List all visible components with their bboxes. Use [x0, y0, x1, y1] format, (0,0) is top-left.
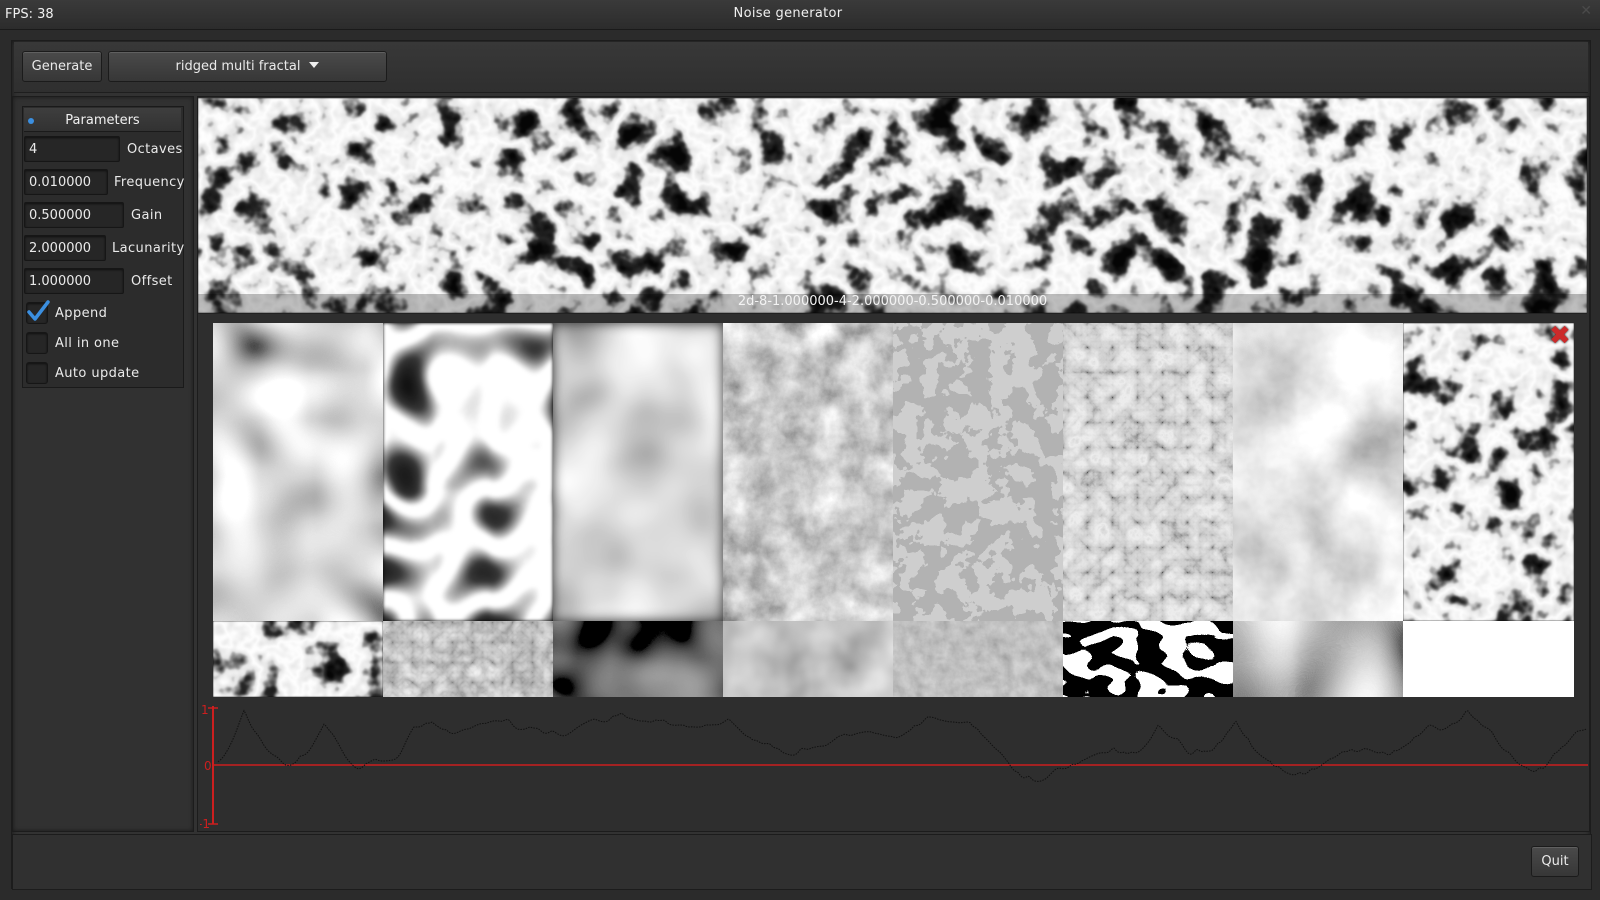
- algorithm-selected-label: ridged multi fractal: [175, 59, 301, 74]
- tile-patchy-cellular: [893, 323, 1063, 621]
- lacunarity-input[interactable]: 2.000000: [24, 235, 106, 261]
- noise-waveform-plot: 1 0 -1: [200, 703, 1588, 830]
- append-checkbox[interactable]: [26, 300, 50, 324]
- tile-swirl-rings: [1233, 621, 1403, 697]
- quit-button[interactable]: Quit: [1531, 846, 1579, 877]
- noise-waveform-line: [217, 709, 1587, 782]
- tile-ridged-white-lines: [383, 323, 553, 621]
- append-label: Append: [55, 306, 108, 321]
- all-in-one-checkbox[interactable]: [26, 332, 48, 354]
- preview-caption: 2d-8-1.000000-4-2.000000-0.500000-0.0100…: [198, 294, 1587, 314]
- lacunarity-label: Lacunarity: [112, 241, 185, 256]
- auto-update-checkbox[interactable]: [26, 362, 48, 384]
- tile-dark-smooth: [553, 621, 723, 697]
- tile-cloudy-smooth: [1233, 323, 1403, 621]
- tile-simplex-blobs: [213, 323, 383, 621]
- tile-grainy: [893, 621, 1063, 697]
- parameters-title: Parameters: [65, 113, 140, 128]
- frequency-input[interactable]: 0.010000: [24, 169, 108, 195]
- plot-tick-zero: 0: [204, 759, 212, 773]
- tile-ridged-multifractal: [1403, 323, 1574, 621]
- checkmark-icon: [27, 300, 50, 321]
- noise-preview-image: [198, 98, 1587, 313]
- gain-label: Gain: [131, 208, 163, 223]
- window-title: Noise generator: [733, 6, 843, 21]
- offset-label: Offset: [131, 274, 173, 289]
- frequency-label: Frequency: [114, 175, 185, 190]
- footer-bar: [12, 834, 1592, 890]
- chevron-down-icon: [309, 62, 320, 68]
- tile-foggy: [723, 621, 893, 697]
- tile-turbulent-marble: [1063, 323, 1233, 621]
- tile-cloudy-fbm: [723, 323, 893, 621]
- generate-button[interactable]: Generate: [22, 51, 102, 82]
- close-icon[interactable]: ✖: [1549, 323, 1571, 349]
- octaves-label: Octaves: [127, 142, 183, 157]
- tile-rocky-texture: [383, 621, 553, 697]
- auto-update-label: Auto update: [55, 366, 140, 381]
- plot-tick-bottom: -1: [200, 817, 210, 830]
- tile-ridged-dark: [213, 621, 383, 697]
- window-close-icon[interactable]: ✕: [1580, 3, 1592, 19]
- algorithm-dropdown[interactable]: ridged multi fractal: [108, 51, 387, 82]
- plot-tick-top: 1: [201, 703, 209, 717]
- tile-blurry-noise: [553, 323, 723, 621]
- octaves-input[interactable]: 4: [24, 136, 120, 162]
- offset-input[interactable]: 1.000000: [24, 268, 124, 294]
- tile-black-white-spots: [1063, 621, 1233, 697]
- noise-tiles-grid: [213, 323, 1574, 697]
- gain-input[interactable]: 0.500000: [24, 202, 124, 228]
- all-in-one-label: All in one: [55, 336, 120, 351]
- tile-flat-white: [1403, 621, 1574, 697]
